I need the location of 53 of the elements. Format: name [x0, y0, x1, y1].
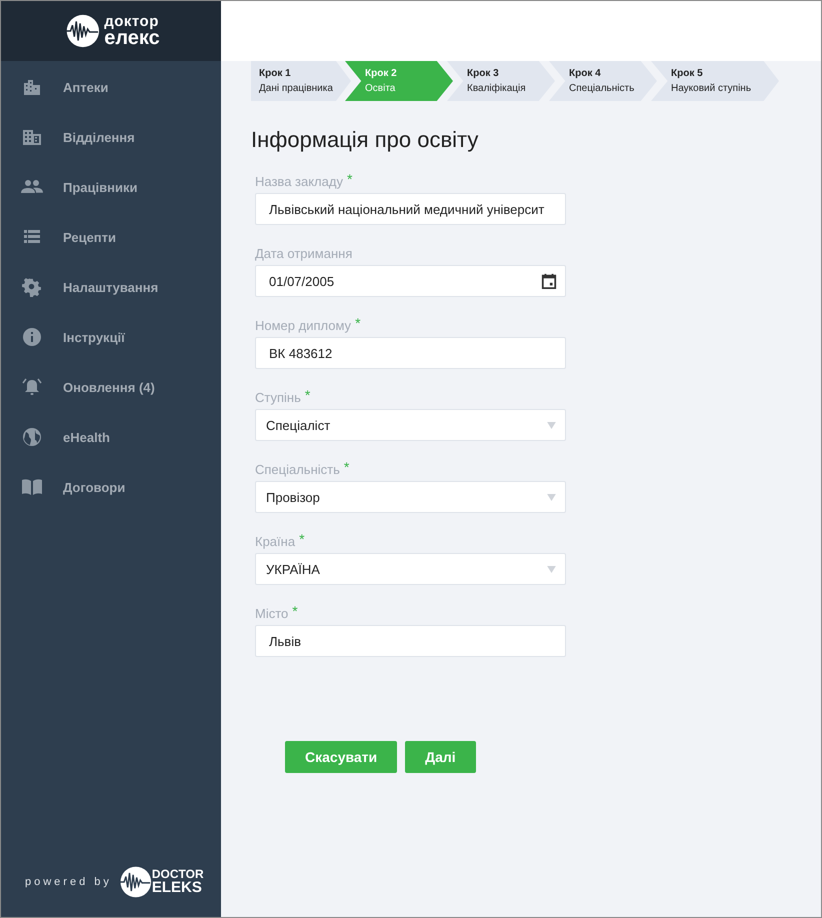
logo-text: доктор	[104, 15, 160, 29]
bell-icon	[21, 377, 43, 397]
field-label: Дата отримання	[255, 246, 352, 261]
field-label: Ступінь	[255, 390, 301, 405]
required-mark: *	[292, 603, 298, 619]
page-title: Інформація про освіту	[251, 127, 480, 153]
sidebar-item[interactable]: Інструкції	[1, 312, 221, 362]
caret-icon	[547, 494, 556, 500]
field-label: Країна	[255, 534, 296, 549]
field-label: Назва закладу	[255, 174, 343, 189]
field-label: Номер диплому	[255, 318, 352, 333]
required-mark: *	[355, 315, 361, 331]
brand-text: DOCTOR	[152, 869, 204, 881]
powered-by-text: powered by	[25, 876, 112, 888]
input-field[interactable]: Львівський національний медичний університ	[255, 193, 566, 225]
sidebar-item[interactable]: Оновлення (4)	[1, 362, 221, 412]
sidebar-item[interactable]: Аптеки	[1, 62, 221, 112]
field-label: Спеціальність	[255, 462, 340, 477]
caret-icon	[547, 422, 556, 428]
settings-icon	[21, 277, 43, 297]
caret-icon	[547, 566, 556, 572]
input-field[interactable]: ВК 483612	[255, 337, 566, 369]
office-building-icon	[21, 127, 43, 147]
info-icon	[21, 327, 43, 347]
required-mark: *	[346, 171, 352, 187]
logo-text: елекс	[104, 28, 160, 47]
step-tab[interactable]: Крок 1 Дані працівника	[251, 61, 351, 101]
required-mark: *	[299, 531, 305, 547]
input-field[interactable]: Львів	[255, 625, 566, 657]
required-mark: *	[304, 387, 310, 403]
action-button[interactable]: Далі	[405, 741, 476, 773]
step-tab[interactable]: Крок 5 Науковий ступінь	[651, 61, 779, 101]
sidebar-item[interactable]: eHealth	[1, 412, 221, 462]
action-button[interactable]: Скасувати	[285, 741, 398, 773]
sidebar-item[interactable]: Працівники	[1, 162, 221, 212]
dropdown[interactable]: Провізор	[255, 481, 566, 513]
sidebar-item[interactable]: Відділення	[1, 112, 221, 162]
sidebar-item[interactable]: Налаштування	[1, 262, 221, 312]
field-label: Місто	[255, 606, 288, 621]
sidebar-item[interactable]: Договори	[1, 462, 221, 512]
book-icon	[21, 477, 43, 497]
step-tab[interactable]: Крок 4 Спеціальність	[549, 61, 657, 101]
building-icon	[21, 77, 43, 97]
required-mark: *	[344, 459, 350, 475]
globe-icon	[21, 427, 43, 447]
step-tab[interactable]: Крок 2 Освіта	[345, 61, 453, 101]
dropdown[interactable]: Спеціаліст	[255, 409, 566, 441]
calendar-icon	[541, 273, 557, 289]
date-field[interactable]: 01/07/2005	[255, 265, 566, 297]
brand-text: ELEKS	[152, 880, 203, 895]
dropdown[interactable]: УКРАЇНА	[255, 553, 566, 585]
sidebar-item[interactable]: Рецепти	[1, 212, 221, 262]
step-tab[interactable]: Крок 3 Кваліфікація	[447, 61, 555, 101]
